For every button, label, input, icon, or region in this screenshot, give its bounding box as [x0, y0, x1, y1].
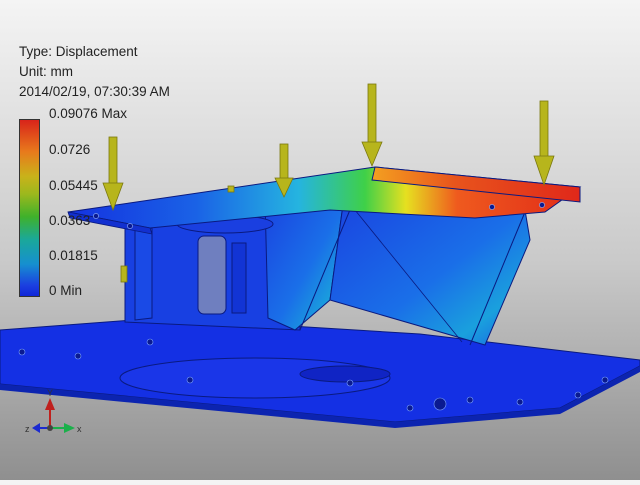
triad-x-label: x [77, 424, 82, 434]
graphics-viewport[interactable]: Y x z [0, 0, 640, 480]
legend-label-min: 0 Min [49, 283, 83, 298]
legend-label: 0.01815 [49, 248, 98, 263]
result-type-label: Type: Displacement [19, 44, 138, 59]
legend-label: 0.05445 [49, 178, 98, 193]
x-axis-arrow-icon [64, 423, 75, 433]
z-axis-arrow-icon [32, 423, 40, 433]
legend-label: 0.0363 [49, 213, 91, 228]
load-arrow-icon[interactable] [102, 136, 124, 212]
legend-label-max: 0.09076 Max [49, 106, 128, 121]
y-axis-arrow-icon [45, 398, 55, 410]
result-timestamp: 2014/02/19, 07:30:39 AM [19, 84, 170, 99]
triad-z-label: z [25, 424, 30, 434]
color-legend-bar [19, 119, 40, 297]
triad-y-label: Y [47, 388, 53, 398]
load-arrow-icon[interactable] [533, 100, 555, 187]
load-arrow-icon[interactable] [361, 83, 383, 168]
result-unit-label: Unit: mm [19, 64, 73, 79]
fea-model-view[interactable]: Y x z [0, 0, 640, 480]
legend-label: 0.0726 [49, 142, 91, 157]
base-plate [0, 317, 640, 428]
